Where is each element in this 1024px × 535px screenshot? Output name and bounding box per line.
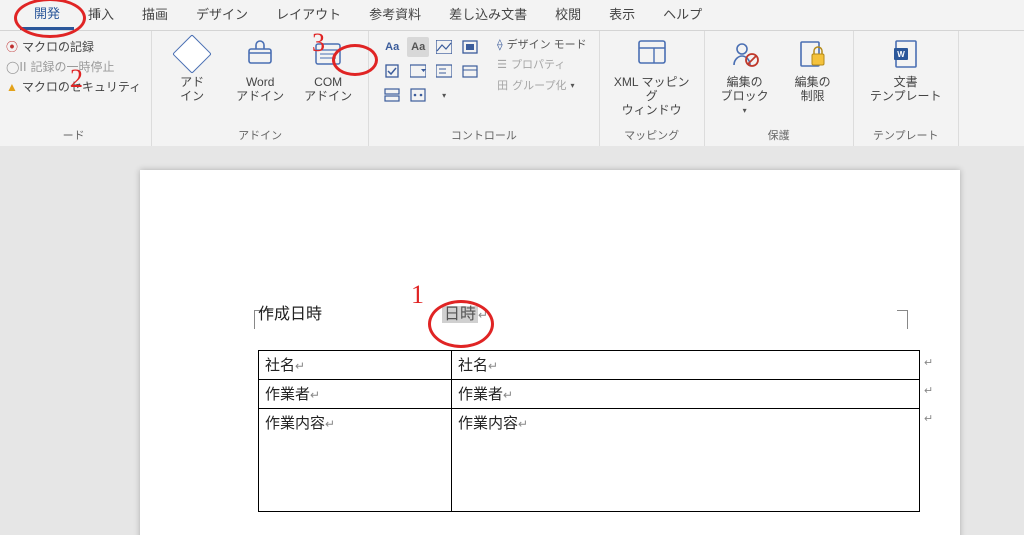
com-addin-icon	[311, 37, 345, 71]
row-end-mark-icon: ↵	[924, 356, 933, 369]
tab-view[interactable]: 表示	[595, 0, 649, 30]
group-label-code: ード	[63, 127, 85, 145]
pause-recording-button: ◯ⅠⅠ 記録の一時停止	[6, 57, 115, 77]
block-authors-button[interactable]: 編集の ブロック ▾	[711, 35, 779, 120]
macro-security-button[interactable]: ▲ マクロのセキュリティ	[6, 77, 141, 97]
ribbon-tabs: 開発 挿入 描画 デザイン レイアウト 参考資料 差し込み文書 校閲 表示 ヘル…	[0, 0, 1024, 31]
tab-insert[interactable]: 挿入	[74, 0, 128, 30]
row-end-mark-icon: ↵	[924, 384, 933, 397]
tab-mailings[interactable]: 差し込み文書	[435, 0, 541, 30]
restrict-editing-icon	[796, 37, 830, 71]
properties-icon: ☰	[497, 56, 507, 74]
picture-control-icon[interactable]	[433, 37, 455, 57]
document-area: 作成日時 日時↵ 社名↵ 社名↵ 作業者↵ 作業者↵ 作業内容↵ 作業内容↵	[0, 146, 1024, 535]
chevron-down-icon: ▾	[571, 77, 575, 95]
date-content-control[interactable]: 日時	[442, 306, 478, 323]
ribbon: ⦿ マクロの記録 ◯ⅠⅠ 記録の一時停止 ▲ マクロのセキュリティ ード	[0, 31, 1024, 148]
table-row: 作業者↵ 作業者↵	[259, 380, 920, 409]
word-addins-button[interactable]: Word アドイン	[226, 35, 294, 105]
pause-icon: ◯ⅠⅠ	[6, 57, 27, 77]
record-icon: ⦿	[6, 37, 18, 57]
page[interactable]: 作成日時 日時↵ 社名↵ 社名↵ 作業者↵ 作業者↵ 作業内容↵ 作業内容↵	[140, 170, 960, 535]
tab-design[interactable]: デザイン	[182, 0, 262, 30]
xml-mapping-icon	[635, 37, 669, 71]
addin-icon	[175, 37, 209, 71]
table-row: 作業内容↵ 作業内容↵	[259, 409, 920, 512]
tab-references[interactable]: 参考資料	[355, 0, 435, 30]
warning-icon: ▲	[6, 77, 18, 97]
com-addins-button[interactable]: COM アドイン	[294, 35, 362, 105]
document-table[interactable]: 社名↵ 社名↵ 作業者↵ 作業者↵ 作業内容↵ 作業内容↵	[258, 350, 920, 512]
rich-text-control-icon[interactable]: Aa	[381, 37, 403, 57]
tab-layout[interactable]: レイアウト	[262, 0, 355, 30]
group-button: ⽥ グループ化 ▾	[493, 75, 591, 96]
document-template-button[interactable]: W 文書 テンプレート	[860, 35, 952, 105]
xml-mapping-button[interactable]: XML マッピング ウィンドウ	[606, 35, 698, 119]
repeating-section-control-icon[interactable]	[381, 85, 403, 105]
row-end-mark-icon: ↵	[924, 412, 933, 425]
date-field-line: 作成日時 日時↵	[258, 300, 920, 324]
legacy-dropdown-icon[interactable]: ▾	[433, 85, 455, 105]
group-label-template: テンプレート	[873, 127, 939, 145]
design-mode-icon: ⟠	[497, 36, 502, 54]
addins-button[interactable]: アド イン	[158, 35, 226, 105]
tab-developer[interactable]: 開発	[20, 0, 74, 30]
paragraph-mark-icon: ↵	[478, 308, 488, 322]
dropdown-control-icon[interactable]	[433, 61, 455, 81]
tab-review[interactable]: 校閲	[541, 0, 595, 30]
group-icon: ⽥	[497, 77, 508, 95]
combobox-control-icon[interactable]	[407, 61, 429, 81]
group-label-protect: 保護	[768, 127, 790, 145]
svg-text:W: W	[897, 50, 905, 59]
checkbox-control-icon[interactable]	[381, 61, 403, 81]
group-label-controls: コントロール	[451, 127, 517, 145]
document-template-icon: W	[889, 37, 923, 71]
block-authors-icon	[728, 37, 762, 71]
restrict-editing-button[interactable]: 編集の 制限	[779, 35, 847, 105]
building-block-control-icon[interactable]	[459, 37, 481, 57]
design-mode-button[interactable]: ⟠ デザイン モード	[493, 35, 591, 55]
plain-text-control-icon[interactable]: Aa	[407, 37, 429, 57]
store-icon	[243, 37, 277, 71]
tab-draw[interactable]: 描画	[128, 0, 182, 30]
tab-help[interactable]: ヘルプ	[649, 0, 716, 30]
properties-button: ☰ プロパティ	[493, 55, 591, 75]
record-macro-button[interactable]: ⦿ マクロの記録	[6, 37, 94, 57]
date-picker-control-icon[interactable]	[459, 61, 481, 81]
legacy-tools-icon[interactable]	[407, 85, 429, 105]
group-label-addins: アドイン	[238, 127, 282, 145]
table-row: 社名↵ 社名↵	[259, 351, 920, 380]
date-label: 作成日時	[258, 300, 322, 324]
chevron-down-icon: ▾	[743, 104, 747, 118]
group-label-mapping: マッピング	[624, 127, 679, 145]
